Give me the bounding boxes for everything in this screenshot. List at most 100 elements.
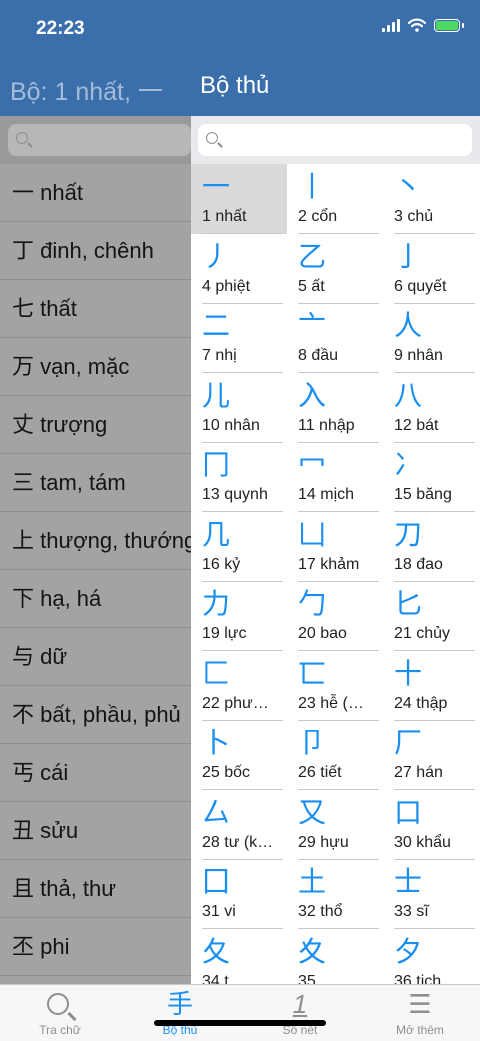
radical-cell[interactable]: 儿 10 nhân (191, 373, 287, 443)
radical-glyph: 卩 (298, 727, 327, 758)
radical-label: 26 tiết (298, 764, 342, 781)
radical-cell[interactable]: 囗 31 vi (191, 859, 287, 929)
radical-glyph: 厶 (202, 796, 231, 828)
cellular-signal-icon (382, 18, 400, 32)
radical-label: 5 ất (298, 277, 325, 295)
character-list-item[interactable]: 丑 sửu (0, 802, 191, 860)
radical-label: 25 bốc (202, 764, 251, 781)
radical-search-input[interactable] (198, 124, 472, 156)
radical-glyph: 匸 (298, 657, 327, 689)
page-title: Bộ thủ (200, 72, 270, 99)
radical-label: 30 khẩu (394, 833, 451, 851)
radical-glyph: 冫 (394, 449, 423, 480)
radical-cell[interactable]: 二 7 nhị (191, 303, 287, 373)
tab-tra-chu[interactable]: Tra chữ (0, 985, 120, 1041)
radical-cell[interactable]: 口 30 khẩu (383, 790, 479, 860)
left-search-input[interactable] (8, 124, 191, 156)
tab-mo-them[interactable]: ☰ Mở thêm (360, 985, 480, 1041)
character-list-item[interactable]: 三 tam, tám (0, 454, 191, 512)
radical-glyph: 入 (298, 379, 327, 411)
battery-icon (434, 18, 464, 32)
home-indicator (154, 1020, 326, 1026)
wifi-icon (408, 18, 426, 32)
radical-cell[interactable]: 夂 34 t… (191, 929, 287, 985)
radical-label: 36 tịch (394, 972, 442, 985)
radical-glyph: 人 (394, 310, 423, 341)
radical-cell[interactable]: 厶 28 tư (k… (191, 790, 287, 860)
radical-label: 15 băng (394, 486, 452, 503)
radical-glyph: 丶 (394, 171, 423, 202)
radical-cell[interactable]: 士 33 sĩ (383, 859, 479, 929)
radical-glyph: 夊 (298, 935, 327, 967)
radical-glyph: 口 (394, 796, 423, 828)
radical-cell[interactable]: 亠 8 đầu (287, 303, 383, 373)
character-list-item[interactable]: 七 thất (0, 280, 191, 338)
character-list-item[interactable]: 丈 trượng (0, 396, 191, 454)
radical-glyph: 匕 (394, 588, 423, 619)
radical-glyph: 冖 (298, 449, 327, 480)
radical-cell[interactable]: 八 12 bát (383, 373, 479, 443)
radical-cell[interactable]: 冂 13 quynh (191, 442, 287, 512)
radical-glyph: 几 (202, 518, 231, 550)
character-list-item[interactable]: 万 vạn, mặc (0, 338, 191, 396)
radical-cell[interactable]: 卜 25 bốc (191, 720, 287, 790)
character-list-item[interactable]: 丐 cái (0, 744, 191, 802)
more-icon: ☰ (408, 989, 432, 1019)
radical-label: 2 cổn (298, 208, 338, 225)
radical-cell[interactable]: 卩 26 tiết (287, 720, 383, 790)
character-list-panel: 一 nhất 丁 đinh, chênh 七 thất 万 vạn, mặc 丈 trư… (0, 116, 191, 984)
radical-cell[interactable]: 入 11 nhập (287, 373, 383, 443)
character-list-item[interactable]: 一 nhất (0, 164, 191, 222)
radical-cell[interactable]: 匸 23 hễ (… (287, 651, 383, 721)
radical-cell[interactable]: 十 24 thập (383, 651, 479, 721)
radical-cell[interactable]: 刀 18 đao (383, 512, 479, 582)
character-list-item[interactable]: 不 bất, phầu, phủ (0, 686, 191, 744)
radical-cell[interactable]: 夊 35 … (287, 929, 383, 985)
radical-cell[interactable]: 丨 2 cổn (287, 164, 383, 234)
radical-label: 17 khảm (298, 555, 360, 573)
radical-cell[interactable]: 厂 27 hán (383, 720, 479, 790)
radical-cell[interactable]: 乙 5 ất (287, 234, 383, 304)
radical-cell[interactable]: 丿 4 phiệt (191, 234, 287, 304)
character-list: 一 nhất 丁 đinh, chênh 七 thất 万 vạn, mặc 丈 trư… (0, 164, 191, 976)
search-icon (206, 132, 218, 144)
tab-so-net[interactable]: 1 Số nét (240, 985, 360, 1041)
radical-cell[interactable]: 匚 22 phư… (191, 651, 287, 721)
radical-cell[interactable]: 力 19 lực (191, 581, 287, 651)
radical-glyph: 二 (202, 310, 231, 341)
radical-cell[interactable]: 丶 3 chủ (383, 164, 479, 234)
radical-cell[interactable]: 冖 14 mịch (287, 442, 383, 512)
character-list-item[interactable]: 上 thượng, thướng (0, 512, 191, 570)
radical-glyph: 夕 (394, 935, 423, 967)
radical-glyph: 亠 (298, 310, 327, 341)
radical-label: 24 thập (394, 694, 448, 712)
selected-radical-title[interactable]: Bộ: 1 nhất, 一 (10, 72, 192, 108)
radical-cell[interactable]: 一 1 nhất (191, 164, 287, 234)
character-list-item[interactable]: 下 hạ, há (0, 570, 191, 628)
radical-cell[interactable]: 几 16 kỷ (191, 512, 287, 582)
character-list-item[interactable]: 与 dữ (0, 628, 191, 686)
status-time: 22:23 (36, 18, 85, 39)
character-list-item[interactable]: 且 thả, thư (0, 860, 191, 918)
character-list-item[interactable]: 丕 phi (0, 918, 191, 976)
radical-cell[interactable]: 勹 20 bao (287, 581, 383, 651)
radical-cell[interactable]: 凵 17 khảm (287, 512, 383, 582)
tab-bar: Tra chữ 手 Bộ thủ 1 Số nét ☰ Mở thêm (0, 984, 480, 1041)
radical-cell[interactable]: 人 9 nhân (383, 303, 479, 373)
radical-cell[interactable]: 匕 21 chủy (383, 581, 479, 651)
radical-grid-panel: 一 1 nhất 丨 2 cổn 丶 3 chủ 丿 4 phiệt 乙 5 ất 亅 6 quyết… (191, 116, 480, 984)
character-list-item[interactable]: 丁 đinh, chênh (0, 222, 191, 280)
radical-cell[interactable]: 冫 15 băng (383, 442, 479, 512)
radical-label: 27 hán (394, 764, 443, 781)
radical-glyph: 夂 (202, 935, 231, 967)
radical-cell[interactable]: 夕 36 tịch (383, 929, 479, 985)
radical-cell[interactable]: 又 29 hựu (287, 790, 383, 860)
radical-label: 19 lực (202, 625, 247, 642)
radical-glyph: 厂 (394, 727, 423, 758)
radical-glyph: 凵 (298, 518, 327, 550)
radical-label: 21 chủy (394, 625, 451, 642)
radical-label: 6 quyết (394, 277, 447, 295)
radical-cell[interactable]: 亅 6 quyết (383, 234, 479, 304)
tab-bo-thu[interactable]: 手 Bộ thủ (120, 985, 240, 1041)
radical-cell[interactable]: 土 32 thổ (287, 859, 383, 929)
